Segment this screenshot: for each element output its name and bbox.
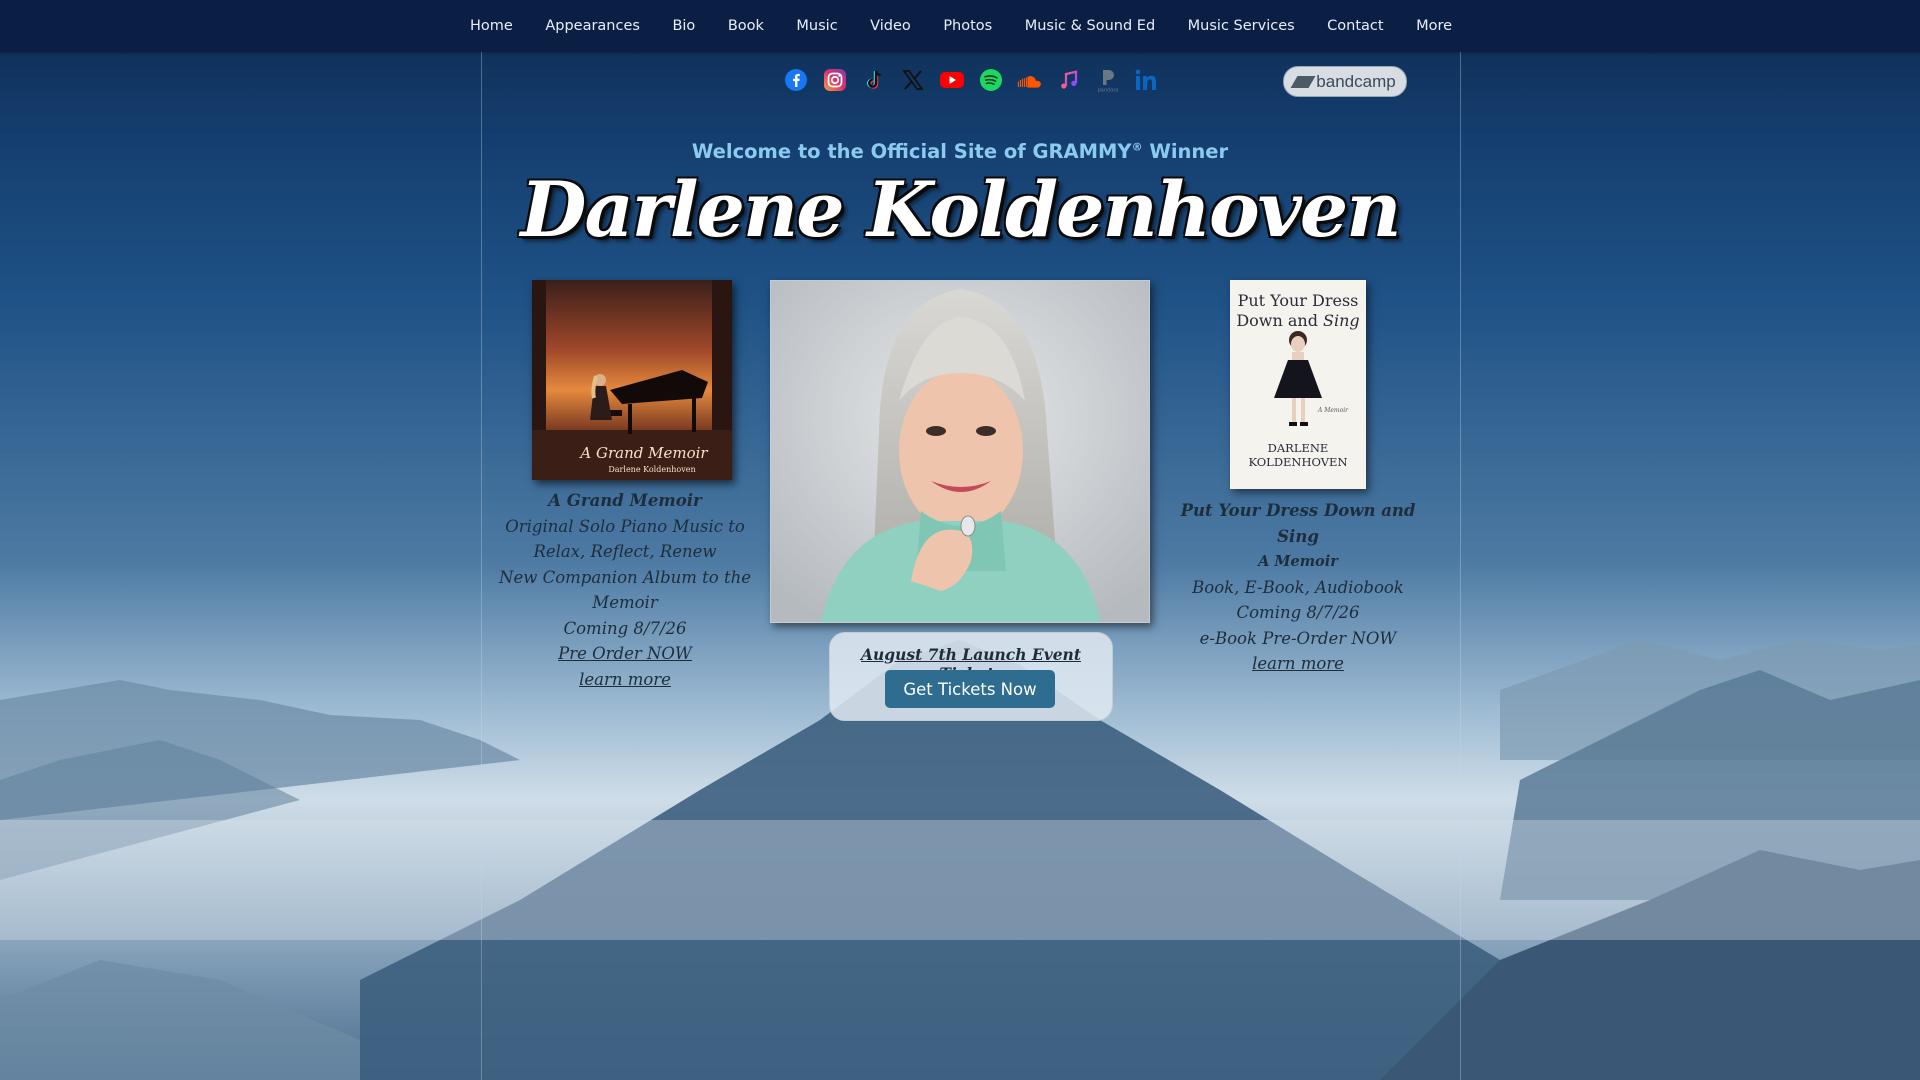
book-cover-title-2a: Down and: [1236, 311, 1323, 330]
nav-home[interactable]: Home: [470, 18, 513, 34]
apple-music-icon[interactable]: [1056, 67, 1082, 93]
main-nav: Home Appearances Bio Book Music Video Ph…: [470, 0, 1485, 52]
svg-text:pandora: pandora: [1098, 88, 1119, 94]
album-title: A Grand Memoir: [548, 491, 702, 510]
album-caption: A Grand Memoir Original Solo Piano Music…: [478, 488, 772, 692]
get-tickets-button[interactable]: Get Tickets Now: [885, 670, 1055, 708]
album-line-3: New Companion Album to the Memoir: [499, 567, 751, 613]
nav-photos[interactable]: Photos: [943, 18, 992, 34]
instagram-icon[interactable]: [822, 67, 848, 93]
bandcamp-label: bandcamp: [1316, 71, 1396, 91]
book-cover-title-2b: Sing: [1323, 311, 1360, 330]
spotify-icon[interactable]: [978, 67, 1004, 93]
welcome-text: Welcome to the Official Site of GRAMMY: [691, 140, 1132, 163]
album-cover-image[interactable]: A Grand Memoir Darlene Koldenhoven: [532, 280, 732, 480]
album-learn-more-link[interactable]: learn more: [579, 670, 671, 689]
book-cover-image[interactable]: Put Your Dress Down and Sing A Memoir DA…: [1230, 280, 1366, 489]
book-cover-title-2: Down and Sing: [1236, 311, 1359, 330]
top-navigation-bar: Home Appearances Bio Book Music Video Ph…: [0, 0, 1920, 52]
registered-mark: ®: [1131, 140, 1143, 154]
launch-event-box: August 7th Launch Event Tickets Get Tick…: [829, 632, 1113, 721]
pandora-icon[interactable]: pandora: [1095, 67, 1121, 93]
soundcloud-icon[interactable]: [1017, 67, 1043, 93]
nav-appearances[interactable]: Appearances: [545, 18, 640, 34]
book-caption: Put Your Dress Down and Sing A Memoir Bo…: [1162, 498, 1434, 677]
linkedin-icon[interactable]: [1134, 67, 1160, 93]
nav-book[interactable]: Book: [728, 18, 764, 34]
album-line-1: Original Solo Piano Music to: [505, 516, 745, 536]
book-learn-more-link[interactable]: learn more: [1252, 654, 1344, 673]
artist-portrait-image: [770, 280, 1150, 623]
youtube-icon[interactable]: [939, 67, 965, 93]
facebook-icon[interactable]: [783, 67, 809, 93]
album-preorder-link[interactable]: Pre Order NOW: [558, 644, 692, 663]
welcome-heading: Welcome to the Official Site of GRAMMY® …: [0, 140, 1920, 163]
album-cover-artist: Darlene Koldenhoven: [608, 465, 695, 474]
nav-music-services[interactable]: Music Services: [1188, 18, 1295, 34]
book-cover-subtitle: A Memoir: [1317, 407, 1349, 414]
tiktok-icon[interactable]: [861, 67, 887, 93]
x-icon[interactable]: [900, 67, 926, 93]
nav-music[interactable]: Music: [796, 18, 837, 34]
nav-music-sound-ed[interactable]: Music & Sound Ed: [1025, 18, 1155, 34]
nav-bio[interactable]: Bio: [672, 18, 695, 34]
bandcamp-button[interactable]: bandcamp: [1283, 66, 1407, 97]
nav-video[interactable]: Video: [870, 18, 911, 34]
book-title: Put Your Dress Down and Sing: [1180, 501, 1416, 546]
album-cover-title: A Grand Memoir: [578, 444, 708, 462]
book-line-2: Coming 8/7/26: [1236, 603, 1360, 622]
book-cover-title-1: Put Your Dress: [1238, 291, 1359, 310]
social-icons-row: pandora: [783, 67, 1173, 93]
book-cover-author-2: KOLDENHOVEN: [1248, 455, 1347, 469]
bandcamp-icon: [1290, 75, 1316, 88]
album-line-4: Coming 8/7/26: [563, 618, 687, 638]
book-cover-author-1: DARLENE: [1268, 441, 1329, 455]
nav-more[interactable]: More: [1416, 18, 1452, 34]
album-line-2: Relax, Reflect, Renew: [533, 542, 717, 561]
artist-name-logo: Darlene Koldenhoven: [520, 165, 1402, 254]
book-line-3: e-Book Pre-Order NOW: [1199, 628, 1397, 648]
welcome-text-end: Winner: [1142, 140, 1229, 163]
book-line-1: Book, E-Book, Audiobook: [1192, 577, 1404, 597]
book-subtitle: A Memoir: [1258, 553, 1338, 570]
nav-contact[interactable]: Contact: [1327, 18, 1383, 34]
